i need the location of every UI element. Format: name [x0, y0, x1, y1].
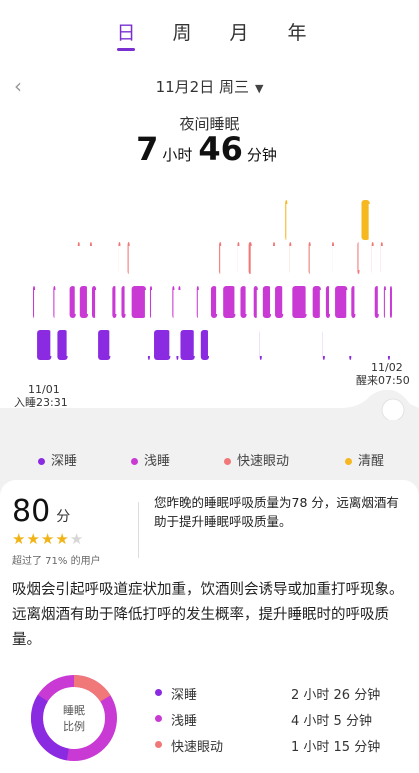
duration-minutes: 46	[198, 130, 243, 168]
legend-awake: 清醒	[345, 450, 384, 469]
stage-legend: 深睡 浅睡 快速眼动 清醒	[0, 450, 419, 470]
legend-dot	[345, 458, 352, 465]
stage-segment	[37, 330, 52, 360]
duration-minutes-unit: 分钟	[246, 146, 277, 164]
ratio-label-line1: 睡眠	[63, 704, 85, 717]
stat-value: 2 小时 26 分钟	[291, 688, 381, 703]
star-filled-icon: ★	[12, 530, 27, 548]
star-filled-icon: ★	[26, 530, 41, 548]
stage-segment	[79, 286, 88, 318]
chart-scrubber[interactable]	[0, 390, 419, 420]
tab-week[interactable]: 周	[162, 18, 202, 45]
stage-segment	[312, 286, 321, 318]
date-label: 11月2日 周三	[155, 78, 249, 96]
score-unit: 分	[56, 509, 71, 525]
stat-value: 1 小时 15 分钟	[291, 740, 381, 755]
star-filled-icon: ★	[55, 530, 70, 548]
stage-segment	[335, 286, 348, 318]
stat-rem: 快速眼动 1 小时 15 分钟	[155, 736, 395, 756]
chart-end-label: 醒来07:50	[356, 374, 410, 387]
duration-hours: 7	[136, 130, 159, 168]
stat-dot	[155, 715, 162, 722]
dropdown-caret-icon: ▼	[254, 82, 264, 95]
tab-year[interactable]: 年	[277, 18, 317, 45]
stat-label: 深睡	[171, 688, 198, 703]
ratio-label-line2: 比例	[63, 720, 85, 733]
period-tabs: 日 周 月 年	[0, 0, 419, 62]
legend-label: 快速眼动	[237, 454, 290, 469]
stat-deep: 深睡 2 小时 26 分钟	[155, 684, 395, 704]
score-percentile: 超过了 71% 的用户	[12, 556, 101, 567]
sleep-duration: 7 小时 46 分钟	[0, 130, 419, 168]
legend-light: 浅睡	[131, 450, 170, 469]
date-selector[interactable]: 11月2日 周三 ▼	[0, 76, 419, 97]
stage-segment	[131, 286, 146, 318]
score-stars: ★★★★★	[12, 530, 84, 548]
star-empty-icon: ★	[69, 530, 85, 548]
chart-end-date: 11/02	[371, 361, 403, 374]
sleep-stage-chart[interactable]	[0, 190, 419, 375]
legend-dot	[224, 458, 231, 465]
stage-segment	[389, 286, 392, 318]
legend-label: 清醒	[358, 454, 385, 469]
stat-light: 浅睡 4 小时 5 分钟	[155, 710, 395, 730]
stage-segment	[292, 286, 307, 318]
stage-segment	[275, 286, 284, 318]
stat-dot	[155, 689, 162, 696]
legend-dot	[38, 458, 45, 465]
stat-dot	[155, 741, 162, 748]
stage-segment	[223, 286, 236, 318]
legend-label: 浅睡	[144, 454, 171, 469]
stage-segment	[361, 200, 370, 240]
legend-deep: 深睡	[38, 450, 77, 469]
stage-segment	[262, 286, 272, 318]
legend-label: 深睡	[51, 454, 78, 469]
breathing-summary: 您昨晚的睡眠呼吸质量为78 分，远离烟酒有助于提升睡眠呼吸质量。	[154, 495, 399, 529]
breathing-advice: 吸烟会引起呼吸道症状加重，饮酒则会诱导或加重打呼现象。远离烟酒有助于降低打呼的发…	[12, 582, 404, 648]
tab-day[interactable]: 日	[106, 18, 146, 45]
stage-segment	[57, 330, 68, 360]
stat-label: 快速眼动	[171, 740, 224, 755]
stage-segment	[200, 330, 209, 360]
legend-dot	[131, 458, 138, 465]
star-filled-icon: ★	[40, 530, 56, 548]
legend-rem: 快速眼动	[224, 450, 289, 469]
active-tab-indicator	[117, 48, 135, 51]
breathing-score: 80 分	[12, 494, 70, 529]
duration-hours-unit: 小时	[162, 146, 193, 164]
sleep-ratio-label: 睡眠 比例	[44, 703, 104, 735]
card-divider	[138, 502, 139, 558]
tab-month[interactable]: 月	[219, 18, 259, 45]
stage-segment	[98, 330, 111, 360]
stage-segment	[180, 330, 195, 360]
score-value: 80	[12, 494, 51, 529]
stat-label: 浅睡	[171, 714, 198, 729]
stat-value: 4 小时 5 分钟	[291, 714, 372, 729]
stage-segment	[154, 330, 171, 360]
